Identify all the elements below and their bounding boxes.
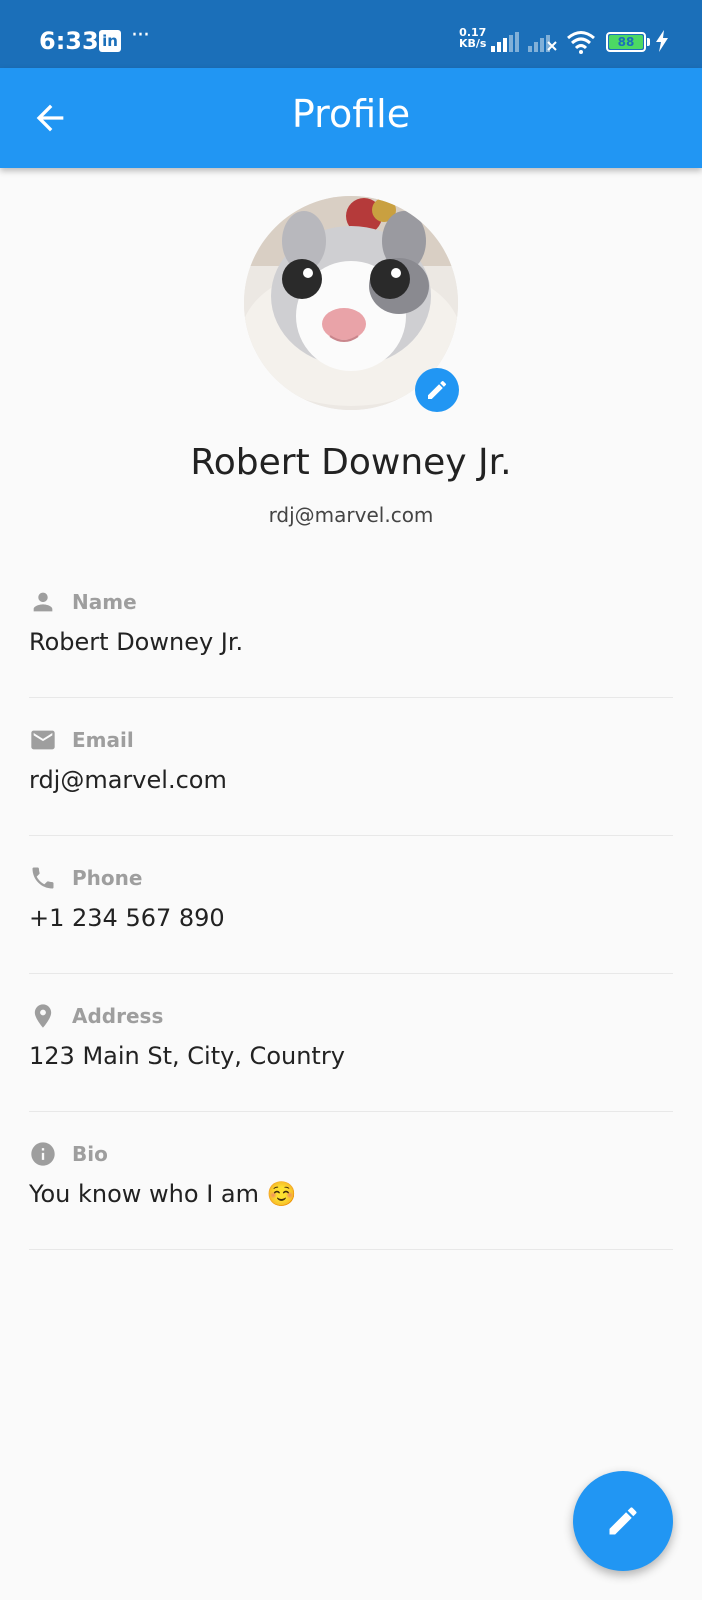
profile-name: Robert Downey Jr. [190,442,512,483]
edit-profile-fab[interactable] [573,1471,673,1571]
field-value: rdj@marvel.com [29,766,227,794]
field-label: Name [72,590,137,614]
field-email: Email rdj@marvel.com [29,716,673,836]
linkedin-icon: in [99,30,121,52]
field-value: You know who I am ☺️ [29,1180,297,1208]
phone-icon [32,867,54,889]
field-value: 123 Main St, City, Country [29,1042,345,1070]
network-speed: 0.17 KB/s [459,27,486,49]
profile-email: rdj@marvel.com [268,503,434,527]
field-label: Bio [72,1142,108,1166]
battery-indicator: 88 [606,32,646,52]
signal-no-service-icon [528,35,557,52]
field-label: Address [72,1004,164,1028]
signal-icon [491,32,519,52]
field-bio: Bio You know who I am ☺️ [29,1130,673,1250]
pencil-icon [428,380,447,399]
battery-level: 88 [609,35,643,49]
field-name: Name Robert Downey Jr. [29,578,673,698]
charging-icon [656,30,668,52]
field-value: Robert Downey Jr. [29,628,244,656]
person-icon [33,592,53,612]
wifi-icon [567,31,595,54]
avatar-container [244,196,459,412]
info-icon [31,1142,55,1166]
app-bar: Profile [0,68,702,168]
location-icon [34,1004,52,1028]
status-time: 6:33 [39,27,99,55]
field-label: Phone [72,866,143,890]
avatar-edit-button[interactable] [415,368,459,412]
email-icon [31,730,55,750]
field-address: Address 123 Main St, City, Country [29,992,673,1112]
more-notifications-icon: ··· [131,23,150,48]
field-phone: Phone +1 234 567 890 [29,854,673,974]
status-bar: 6:33 in ··· 0.17 KB/s 88 [0,0,702,68]
field-label: Email [72,728,134,752]
field-value: +1 234 567 890 [29,904,225,932]
page-title: Profile [291,92,411,136]
network-speed-unit: KB/s [459,37,487,50]
battery-cap [647,38,650,46]
pencil-icon [609,1507,637,1535]
